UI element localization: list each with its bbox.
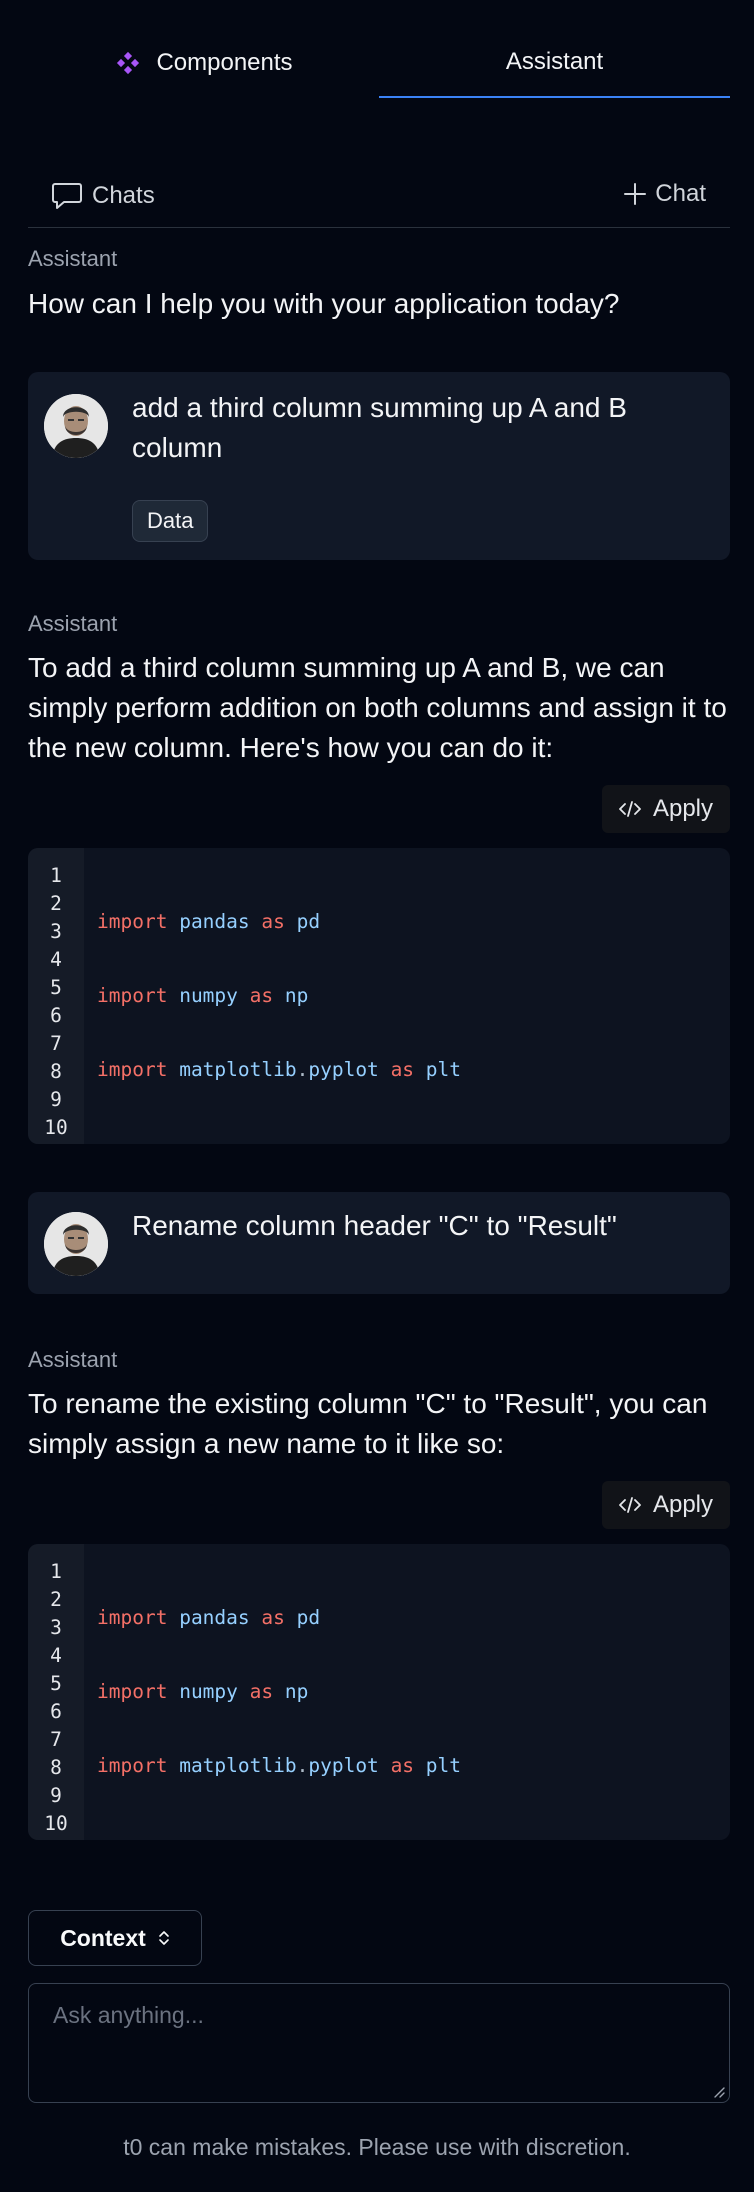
- chats-button[interactable]: Chats: [28, 170, 175, 222]
- assistant-role-label: Assistant: [28, 611, 118, 636]
- line-number: 2: [50, 892, 62, 915]
- line-numbers: 1 2 3 4 5 6 7 8 9 10: [28, 848, 84, 1144]
- line-number: 5: [50, 1672, 62, 1695]
- avatar: [44, 394, 108, 458]
- line-number: 3: [50, 1616, 62, 1639]
- code-icon: [619, 801, 641, 817]
- line-number: 2: [50, 1588, 62, 1611]
- components-icon: [117, 51, 140, 75]
- code-icon: [619, 1497, 641, 1513]
- new-chat-button[interactable]: Chat: [603, 170, 730, 218]
- chat-bubble-icon: [52, 183, 82, 209]
- line-number: 7: [50, 1032, 62, 1055]
- context-chip[interactable]: Data: [132, 500, 209, 542]
- tab-assistant[interactable]: Assistant: [379, 28, 730, 98]
- user-message-text: add a third column summing up A and B co…: [132, 392, 627, 463]
- code-line: import numpy as np: [97, 984, 309, 1007]
- ask-input[interactable]: [53, 2002, 705, 2084]
- assistant-message: To rename the existing column "C" to "Re…: [28, 1388, 708, 1459]
- line-number: 6: [50, 1700, 62, 1723]
- code-line: import matplotlib.pyplot as plt: [97, 1058, 462, 1081]
- assistant-message: To add a third column summing up A and B…: [28, 652, 727, 763]
- line-number: 10: [44, 1812, 68, 1835]
- line-number: 1: [50, 864, 62, 887]
- line-number: 3: [50, 920, 62, 943]
- top-tabs: Components Assistant: [28, 28, 730, 98]
- resize-handle-icon[interactable]: [711, 2084, 725, 2098]
- context-label: Context: [60, 1924, 146, 1951]
- tab-components-label: Components: [156, 49, 293, 76]
- tab-assistant-label: Assistant: [505, 48, 604, 75]
- line-numbers: 1 2 3 4 5 6 7 8 9 10: [28, 1544, 84, 1840]
- line-number: 8: [50, 1756, 62, 1779]
- code-line: import pandas as pd: [97, 1606, 321, 1629]
- apply-label: Apply: [652, 795, 714, 822]
- ask-input-wrapper: [28, 1983, 730, 2103]
- user-message: Rename column header "C" to "Result": [28, 1192, 730, 1294]
- code-line: ​: [97, 1130, 707, 1144]
- tab-components[interactable]: Components: [28, 28, 379, 98]
- line-number: 10: [44, 1116, 68, 1139]
- apply-button[interactable]: Apply: [602, 785, 730, 833]
- disclaimer: t0 can make mistakes. Please use with di…: [123, 2134, 631, 2160]
- plus-icon: [624, 183, 647, 205]
- line-number: 1: [50, 1560, 62, 1583]
- chevron-up-down-icon: [159, 1931, 169, 1945]
- code-lines: import pandas as pd import numpy as np i…: [84, 848, 707, 1144]
- line-number: 6: [50, 1004, 62, 1027]
- assistant-message: How can I help you with your application…: [28, 288, 620, 319]
- user-message: add a third column summing up A and B co…: [28, 372, 730, 560]
- line-number: 9: [50, 1784, 62, 1807]
- code-lines: import pandas as pd import numpy as np i…: [84, 1544, 684, 1840]
- line-number: 4: [50, 948, 62, 971]
- code-block: 1 2 3 4 5 6 7 8 9 10 import pandas as pd…: [28, 1544, 730, 1840]
- code-line: ​: [97, 1826, 684, 1840]
- context-dropdown[interactable]: Context: [28, 1910, 202, 1966]
- user-message-text: Rename column header "C" to "Result": [132, 1210, 617, 1241]
- assistant-role-label: Assistant: [28, 1347, 118, 1372]
- code-line: import numpy as np: [97, 1680, 309, 1703]
- avatar: [44, 1212, 108, 1276]
- line-number: 7: [50, 1728, 62, 1751]
- apply-label: Apply: [652, 1491, 714, 1518]
- code-block: 1 2 3 4 5 6 7 8 9 10 import pandas as pd…: [28, 848, 730, 1144]
- chats-label: Chats: [92, 182, 155, 209]
- line-number: 8: [50, 1060, 62, 1083]
- apply-button[interactable]: Apply: [602, 1481, 730, 1529]
- line-number: 9: [50, 1088, 62, 1111]
- line-number: 5: [50, 976, 62, 999]
- chat-toolbar: Chats Chat: [28, 170, 730, 228]
- code-line: import matplotlib.pyplot as plt: [97, 1754, 462, 1777]
- assistant-role-label: Assistant: [28, 246, 118, 271]
- line-number: 4: [50, 1644, 62, 1667]
- code-line: import pandas as pd: [97, 910, 321, 933]
- new-chat-label: Chat: [655, 180, 706, 207]
